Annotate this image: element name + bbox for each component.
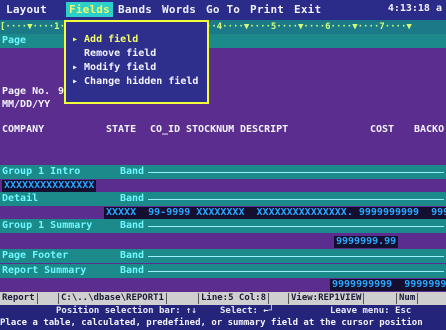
band-detail[interactable]: Detail Band: [0, 192, 446, 206]
page-no-label: Page No.: [2, 86, 51, 97]
header-cost: COST: [370, 124, 395, 135]
band-report-summary[interactable]: Report Summary Band: [0, 264, 446, 278]
band-group-intro[interactable]: Group 1 Intro Band: [0, 165, 446, 179]
band-group-intro-label: Group 1 Intro: [2, 166, 81, 177]
message-line: Place a table, calculated, predefined, o…: [0, 317, 446, 330]
band-page-footer-label: Page Footer: [2, 250, 69, 261]
leave-hint: Leave menu: Esc: [330, 306, 412, 316]
header-stocknum: STOCKNUM: [186, 124, 235, 135]
intro-field[interactable]: XXXXXXXXXXXXXXX: [2, 180, 97, 192]
header-state: STATE: [106, 124, 137, 135]
band-divider: [148, 271, 444, 272]
band-word: Band: [120, 265, 145, 276]
menu-bands[interactable]: Bands: [118, 3, 152, 16]
menu-print[interactable]: Print: [250, 3, 284, 16]
band-word: Band: [120, 250, 145, 261]
band-report-summary-label: Report Summary: [2, 265, 87, 276]
menu-exit[interactable]: Exit: [294, 3, 321, 16]
header-company: COMPANY: [2, 124, 45, 135]
navigation-hints: Position selection bar: ↑↓ Select: ←┘ Le…: [0, 305, 446, 317]
summary-total[interactable]: 9999999.99: [334, 236, 399, 248]
band-word: Band: [120, 193, 145, 204]
menu-layout[interactable]: Layout: [6, 3, 47, 16]
band-divider: [148, 199, 444, 200]
menu-words[interactable]: Words: [162, 3, 196, 16]
menu-item-remove-field[interactable]: Remove field: [72, 48, 156, 59]
fields-dropdown-menu: ▸ Add field Remove field ▸ Modify field …: [64, 20, 209, 104]
detail-row[interactable]: XXXXX 99-9999 XXXXXXXX XXXXXXXXXXXXXXX. …: [104, 207, 446, 219]
header-descript: DESCRIPT: [240, 124, 289, 135]
header-backo: BACKO: [414, 124, 445, 135]
band-divider: [148, 256, 444, 257]
status-mode: Report: [0, 293, 38, 304]
report-totals[interactable]: 9999999999 9999999: [330, 279, 446, 291]
dbase-report-designer: Layout Fields Bands Words Go To Print Ex…: [0, 0, 446, 330]
band-word: Band: [120, 166, 145, 177]
status-bar: Report C:\..\dbase\REPORT1 Line:5 Col:8 …: [0, 292, 446, 305]
menu-item-change-hidden-field[interactable]: ▸ Change hidden field: [72, 76, 198, 87]
band-group-summary-label: Group 1 Summary: [2, 220, 93, 231]
band-divider: [148, 172, 444, 173]
status-file: C:\..\dbase\REPORT1: [58, 293, 167, 304]
status-position: Line:5 Col:8: [198, 293, 270, 304]
band-page-footer[interactable]: Page Footer Band: [0, 249, 446, 263]
menu-item-add-field[interactable]: ▸ Add field: [72, 34, 138, 45]
menu-bar: Layout Fields Bands Words Go To Print Ex…: [0, 0, 446, 20]
band-divider: [148, 226, 444, 227]
position-hint: Position selection bar: ↑↓: [56, 306, 197, 316]
menu-fields[interactable]: Fields: [66, 2, 113, 17]
clock: 4:13:18 a: [387, 3, 442, 14]
header-coid: CO_ID: [150, 124, 181, 135]
status-view: View:REP1VIEW: [288, 293, 365, 304]
menu-goto[interactable]: Go To: [206, 3, 240, 16]
menu-item-modify-field[interactable]: ▸ Modify field: [72, 62, 156, 73]
status-num: Num: [396, 293, 419, 304]
band-group-summary[interactable]: Group 1 Summary Band: [0, 219, 446, 233]
date-field[interactable]: MM/DD/YY: [2, 99, 50, 111]
band-word: Band: [120, 220, 145, 231]
select-hint: Select: ←┘: [220, 306, 275, 316]
band-page-header-label: Page: [2, 35, 27, 46]
band-detail-label: Detail: [2, 193, 39, 204]
